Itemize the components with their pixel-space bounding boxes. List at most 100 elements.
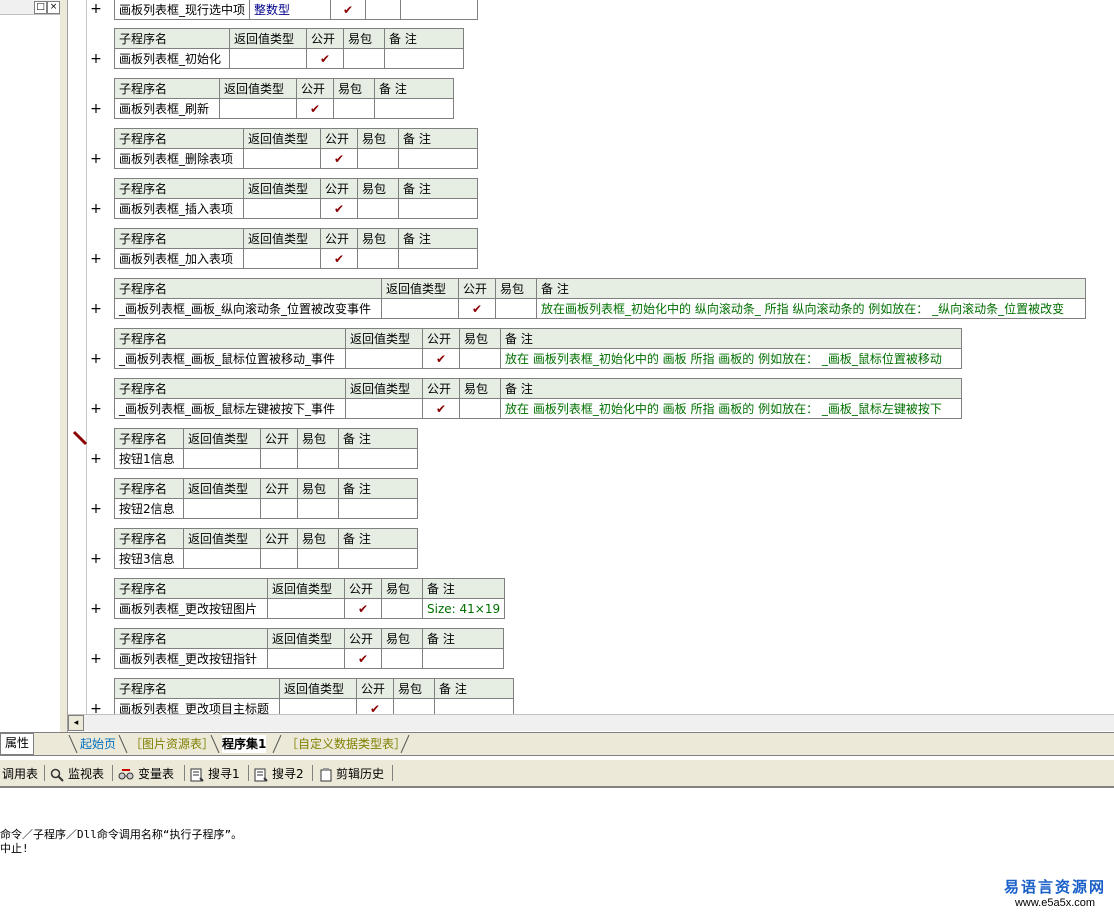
expand-icon[interactable]: + xyxy=(90,402,102,416)
easy-pack-cell[interactable] xyxy=(297,498,339,519)
subroutine-name[interactable]: 画板列表框_更改项目主标题 xyxy=(114,698,280,714)
note-cell[interactable] xyxy=(422,648,504,669)
subroutine-name[interactable]: 画板列表框_刷新 xyxy=(114,98,220,119)
public-cell[interactable]: ✔ xyxy=(422,398,460,419)
note-cell[interactable]: 放在 画板列表框_初始化中的 画板 所指 画板的 例如放在： _画板_鼠标左键被… xyxy=(500,398,962,419)
return-type[interactable] xyxy=(345,398,423,419)
easy-pack-cell[interactable] xyxy=(459,398,501,419)
public-check-icon[interactable]: ✔ xyxy=(330,0,367,20)
close-icon[interactable]: × xyxy=(47,1,60,14)
public-cell[interactable]: ✔ xyxy=(356,698,394,714)
return-type[interactable] xyxy=(243,148,321,169)
return-type[interactable] xyxy=(243,198,321,219)
public-cell[interactable] xyxy=(260,448,298,469)
expand-icon[interactable]: + xyxy=(90,202,102,216)
note-cell[interactable] xyxy=(374,98,454,119)
expand-icon[interactable]: + xyxy=(90,302,102,316)
easy-pack-cell[interactable] xyxy=(393,698,435,714)
return-type[interactable] xyxy=(219,98,297,119)
easy-pack-cell[interactable] xyxy=(357,148,399,169)
return-type[interactable] xyxy=(243,248,321,269)
easy-pack-cell[interactable] xyxy=(495,298,537,319)
output-panel[interactable]: 命令／子程序／Dll命令调用名称“执行子程序”。 中止! xyxy=(0,790,1114,914)
note-cell[interactable]: Size: 41×19 xyxy=(421,598,506,619)
tab-custom-data-types[interactable]: ［自定义数据类型表］ xyxy=(286,735,406,753)
easy-pack-cell[interactable] xyxy=(357,248,399,269)
call-table-button[interactable]: 调用表 xyxy=(2,765,38,783)
expand-icon[interactable]: + xyxy=(90,352,102,366)
subroutine-name[interactable]: 画板列表框_更改按钮图片 xyxy=(114,598,268,619)
panel-splitter[interactable] xyxy=(60,0,68,732)
note-cell[interactable]: 放在 画板列表框_初始化中的 画板 所指 画板的 例如放在： _画板_鼠标位置被… xyxy=(500,348,962,369)
subroutine-name[interactable]: 按钮2信息 xyxy=(114,498,184,519)
note-cell[interactable] xyxy=(434,698,514,714)
note-cell[interactable] xyxy=(338,548,418,569)
tab-program-set[interactable]: 程序集1 xyxy=(222,735,267,753)
restore-icon[interactable]: □ xyxy=(34,1,47,14)
easy-pack-cell[interactable] xyxy=(357,198,399,219)
tab-properties[interactable]: 属性 xyxy=(0,733,35,755)
public-cell[interactable]: ✔ xyxy=(320,148,358,169)
easy-pack-cell[interactable] xyxy=(333,98,375,119)
subroutine-name[interactable]: _画板列表框_画板_鼠标左键被按下_事件 xyxy=(114,398,346,419)
expand-icon[interactable]: + xyxy=(90,602,102,616)
easy-pack-cell[interactable] xyxy=(343,48,385,69)
expand-icon[interactable]: + xyxy=(90,2,102,16)
note-cell[interactable]: 放在画板列表框_初始化中的 纵向滚动条_ 所指 纵向滚动条的 例如放在： _纵向… xyxy=(536,298,1086,319)
expand-icon[interactable]: + xyxy=(90,102,102,116)
public-cell[interactable]: ✔ xyxy=(306,48,344,69)
expand-icon[interactable]: + xyxy=(90,252,102,266)
subroutine-name[interactable]: _画板列表框_画板_鼠标位置被移动_事件 xyxy=(114,348,346,369)
expand-icon[interactable]: + xyxy=(90,502,102,516)
note-cell[interactable] xyxy=(338,448,418,469)
note-cell[interactable] xyxy=(400,0,479,20)
subroutine-name[interactable]: 画板列表框_初始化 xyxy=(114,48,230,69)
search2-button[interactable]: 搜寻2 xyxy=(254,765,304,783)
public-cell[interactable]: ✔ xyxy=(320,248,358,269)
return-type[interactable] xyxy=(183,448,261,469)
subroutine-name[interactable]: 按钮3信息 xyxy=(114,548,184,569)
subroutine-name[interactable]: 画板列表框_插入表项 xyxy=(114,198,244,219)
return-type[interactable] xyxy=(267,648,345,669)
monitor-button[interactable]: 监视表 xyxy=(50,765,104,783)
easy-pack-cell[interactable] xyxy=(381,598,423,619)
return-type[interactable] xyxy=(345,348,423,369)
clip-history-button[interactable]: 剪辑历史 xyxy=(320,765,384,783)
expand-icon[interactable]: + xyxy=(90,552,102,566)
return-type[interactable] xyxy=(229,48,307,69)
public-cell[interactable] xyxy=(260,498,298,519)
return-type[interactable] xyxy=(279,698,357,714)
return-type[interactable] xyxy=(381,298,459,319)
easy-pack-cell[interactable] xyxy=(365,0,402,20)
public-cell[interactable]: ✔ xyxy=(458,298,496,319)
return-type[interactable] xyxy=(267,598,345,619)
subroutine-name[interactable]: 画板列表框_更改按钮指针 xyxy=(114,648,268,669)
subroutine-name[interactable]: _画板列表框_画板_纵向滚动条_位置被改变事件 xyxy=(114,298,382,319)
note-cell[interactable] xyxy=(398,248,478,269)
expand-icon[interactable]: + xyxy=(90,152,102,166)
tab-start-page[interactable]: 起始页 xyxy=(80,735,116,753)
expand-icon[interactable]: + xyxy=(90,652,102,666)
subroutine-name[interactable]: 画板列表框_删除表项 xyxy=(114,148,244,169)
easy-pack-cell[interactable] xyxy=(297,548,339,569)
subroutine-name[interactable]: 画板列表框_现行选中项 xyxy=(113,0,251,20)
expand-icon[interactable]: + xyxy=(90,452,102,466)
note-cell[interactable] xyxy=(398,148,478,169)
variables-button[interactable]: 变量表 xyxy=(118,765,174,783)
horizontal-scrollbar[interactable]: ◂ xyxy=(68,714,1114,731)
note-cell[interactable] xyxy=(398,198,478,219)
public-cell[interactable]: ✔ xyxy=(344,598,382,619)
code-editor[interactable]: + 画板列表框_现行选中项 整数型 ✔ + 子程序名 返回值类型 公开 易包备 注画板列… xyxy=(68,0,1114,714)
public-cell[interactable] xyxy=(260,548,298,569)
public-cell[interactable]: ✔ xyxy=(422,348,460,369)
return-type[interactable]: 整数型 xyxy=(249,0,332,20)
expand-icon[interactable]: + xyxy=(90,52,102,66)
search1-button[interactable]: 搜寻1 xyxy=(190,765,240,783)
note-cell[interactable] xyxy=(338,498,418,519)
subroutine-name[interactable]: 按钮1信息 xyxy=(114,448,184,469)
easy-pack-cell[interactable] xyxy=(381,648,423,669)
scroll-left-icon[interactable]: ◂ xyxy=(68,715,84,731)
easy-pack-cell[interactable] xyxy=(297,448,339,469)
easy-pack-cell[interactable] xyxy=(459,348,501,369)
return-type[interactable] xyxy=(183,548,261,569)
